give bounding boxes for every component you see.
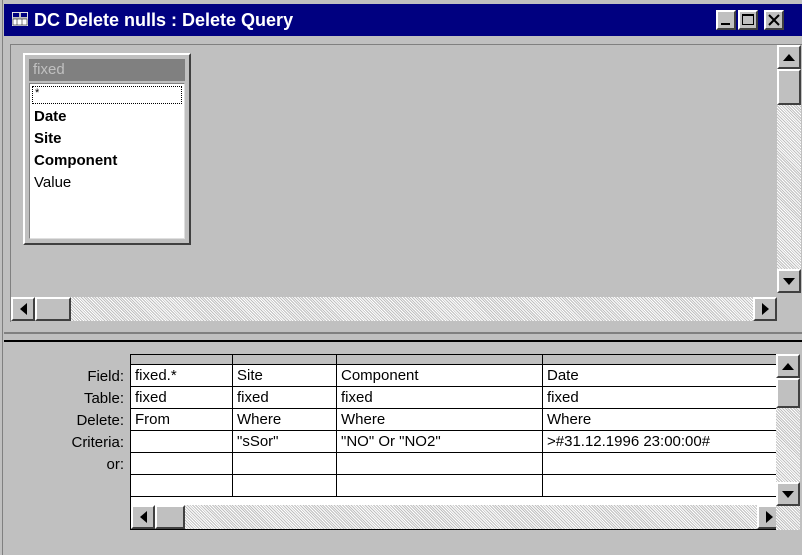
grid-cell-table[interactable]: fixed (543, 387, 781, 409)
grid-vertical-scrollbar[interactable] (776, 354, 800, 530)
grid-scroll-up-button[interactable] (776, 354, 800, 378)
scroll-up-button[interactable] (777, 45, 801, 69)
upper-horizontal-thumb[interactable] (35, 297, 71, 321)
scroll-left-button[interactable] (11, 297, 35, 321)
arrow-up-icon (783, 53, 795, 61)
scroll-right-button[interactable] (753, 297, 777, 321)
grid-cell-criteria[interactable] (131, 431, 233, 453)
title-bar[interactable]: DC Delete nulls : Delete Query (4, 4, 802, 36)
field-list-title[interactable]: fixed (29, 59, 185, 81)
field-list[interactable]: * Date Site Component Value (29, 83, 185, 239)
grid-cell-delete[interactable]: Where (543, 409, 781, 431)
maximize-button[interactable] (738, 10, 758, 30)
grid-cell-empty[interactable] (337, 475, 543, 497)
field-list-item-component[interactable]: Component (30, 150, 184, 172)
maximize-icon (742, 14, 754, 25)
query-design-window: DC Delete nulls : Delete Query fixed * D… (0, 0, 802, 555)
row-label-table: Table: (83, 390, 124, 407)
grid-scroll-left-button[interactable] (131, 505, 155, 529)
query-icon (12, 12, 28, 26)
field-list-item-date[interactable]: Date (30, 106, 184, 128)
close-button[interactable] (764, 10, 784, 30)
table-pane[interactable]: fixed * Date Site Component Value (10, 44, 802, 322)
column-selector[interactable] (233, 355, 337, 365)
pane-splitter[interactable] (4, 332, 802, 342)
grid-cell-delete[interactable]: Where (337, 409, 543, 431)
arrow-left-icon (139, 511, 147, 523)
row-label-field: Field: (87, 368, 124, 385)
grid-cell-field[interactable]: fixed.* (131, 365, 233, 387)
arrow-right-icon (765, 511, 773, 523)
row-label-criteria: Criteria: (71, 434, 124, 451)
arrow-down-icon (783, 277, 795, 285)
column-selector[interactable] (131, 355, 233, 365)
grid-vertical-thumb[interactable] (776, 378, 800, 408)
field-list-item-all[interactable]: * (31, 85, 183, 105)
field-list-item-site[interactable]: Site (30, 128, 184, 150)
window-frame (0, 0, 3, 555)
column-selector[interactable] (337, 355, 543, 365)
upper-vertical-thumb[interactable] (777, 69, 801, 105)
grid-cell-field[interactable]: Site (233, 365, 337, 387)
grid-cell-delete[interactable]: Where (233, 409, 337, 431)
grid-cell-field[interactable]: Component (337, 365, 543, 387)
grid-cell-delete[interactable]: From (131, 409, 233, 431)
grid-cell-criteria[interactable]: "NO" Or "NO2" (337, 431, 543, 453)
grid-cell-or[interactable] (337, 453, 543, 475)
grid-cell-field[interactable]: Date (543, 365, 781, 387)
grid-cell-empty[interactable] (543, 475, 781, 497)
grid-scroll-down-button[interactable] (776, 482, 800, 506)
grid-cell-or[interactable] (131, 453, 233, 475)
design-grid-pane[interactable]: Field: Table: Delete: Criteria: or: fixe… (10, 348, 802, 555)
minimize-button[interactable] (716, 10, 736, 30)
scroll-down-button[interactable] (777, 269, 801, 293)
arrow-left-icon (19, 303, 27, 315)
close-icon (768, 14, 780, 26)
arrow-down-icon (782, 490, 794, 498)
grid-cell-or[interactable] (543, 453, 781, 475)
arrow-right-icon (761, 303, 769, 315)
arrow-up-icon (782, 362, 794, 370)
grid-cell-table[interactable]: fixed (337, 387, 543, 409)
query-design-grid[interactable]: fixed.* fixed From Site fixed Where "sSo… (130, 354, 782, 530)
row-label-or: or: (106, 456, 124, 473)
grid-horizontal-thumb[interactable] (155, 505, 185, 529)
field-list-item-value[interactable]: Value (30, 172, 184, 194)
grid-cell-empty[interactable] (233, 475, 337, 497)
grid-cell-or[interactable] (233, 453, 337, 475)
upper-horizontal-scrollbar[interactable] (11, 297, 777, 321)
window-title: DC Delete nulls : Delete Query (34, 10, 294, 30)
grid-cell-table[interactable]: fixed (233, 387, 337, 409)
grid-cell-empty[interactable] (131, 475, 233, 497)
minimize-icon (721, 23, 730, 25)
column-selector[interactable] (543, 355, 781, 365)
field-list-window[interactable]: fixed * Date Site Component Value (23, 53, 191, 245)
upper-vertical-scrollbar[interactable] (777, 45, 801, 293)
row-label-delete: Delete: (76, 412, 124, 429)
grid-cell-criteria[interactable]: "sSor" (233, 431, 337, 453)
grid-cell-table[interactable]: fixed (131, 387, 233, 409)
grid-cell-criteria[interactable]: >#31.12.1996 23:00:00# (543, 431, 781, 453)
grid-horizontal-scrollbar[interactable] (131, 505, 781, 529)
